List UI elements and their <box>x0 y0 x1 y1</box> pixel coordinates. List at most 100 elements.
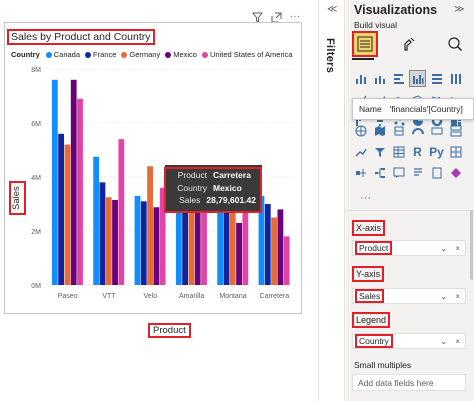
more-visuals-icon[interactable]: ··· <box>360 192 371 204</box>
bar-paseo-france[interactable] <box>58 133 65 285</box>
bar-velo-germany[interactable] <box>147 166 153 285</box>
100-percent-column-chart-icon[interactable] <box>447 70 464 87</box>
report-canvas: ··· Sales by Product and Country Country… <box>0 0 318 401</box>
bar-carretera-mexico[interactable] <box>277 209 284 285</box>
chevron-right-icon[interactable]: ≫ <box>454 4 464 15</box>
bar-amarilla-united-states-of-america[interactable] <box>201 201 207 285</box>
x-tick-label: VTT <box>102 293 116 300</box>
legend-well[interactable]: Country ⌄ × <box>352 333 466 349</box>
tooltip-value: 28,79,601.42 <box>206 195 256 205</box>
bar-vtt-germany[interactable] <box>105 197 112 285</box>
gauge-icon[interactable] <box>409 122 426 139</box>
y-axis-field-pill[interactable]: Sales <box>354 289 385 303</box>
bar-paseo-mexico[interactable] <box>70 79 77 285</box>
slicer-icon[interactable] <box>371 143 388 160</box>
pane-separator <box>346 210 474 211</box>
chevron-down-icon[interactable]: ⌄ × <box>440 292 465 301</box>
key-influencers-icon[interactable] <box>352 164 369 181</box>
100-percent-bar-chart-icon[interactable] <box>428 70 445 87</box>
data-tooltip: Product Carretera Country Mexico Sales 2… <box>165 165 262 213</box>
pane-scrollbar[interactable] <box>470 210 473 280</box>
bar-paseo-germany[interactable] <box>64 144 71 285</box>
y-axis-title: Sales <box>9 181 26 215</box>
qa-visual-icon[interactable] <box>390 164 407 181</box>
bar-montana-germany[interactable] <box>229 201 236 285</box>
x-tick-label: Montana <box>219 293 246 300</box>
tooltip-key: Product <box>177 170 207 180</box>
x-axis-field-pill[interactable]: Product <box>354 241 393 255</box>
tooltip-value: Carretera <box>213 170 251 180</box>
r-script-icon[interactable]: R <box>409 143 426 160</box>
legend-field-pill[interactable]: Country <box>355 334 393 348</box>
power-apps-icon[interactable] <box>447 164 464 181</box>
x-tick-label: Velo <box>144 293 158 300</box>
x-tick-label: Paseo <box>58 293 78 300</box>
bar-paseo-united-states-of-america[interactable] <box>77 98 83 285</box>
clustered-column-chart-icon[interactable] <box>409 70 426 87</box>
format-visual-icon[interactable] <box>399 33 421 55</box>
filters-pane-label[interactable]: Filters <box>324 38 336 73</box>
bar-carretera-germany[interactable] <box>271 217 277 286</box>
y-tick-label: 2M <box>31 229 41 236</box>
stacked-bar-chart-icon[interactable] <box>352 70 369 87</box>
y-tick-label: 6M <box>31 121 41 128</box>
filled-map-icon[interactable] <box>371 122 388 139</box>
bar-vtt-france[interactable] <box>99 182 106 285</box>
clustered-bar-chart-icon[interactable] <box>390 70 407 87</box>
small-multiples-label: Small multiples <box>354 360 412 370</box>
tooltip-row-sales: Sales 28,79,601.42 <box>171 194 256 207</box>
tooltip-key: Sales <box>179 195 201 205</box>
table-icon[interactable] <box>390 143 407 160</box>
x-tick-label: Amarilla <box>179 293 204 300</box>
name-tooltip-key: Name <box>359 104 382 114</box>
paginated-report-icon[interactable] <box>428 164 445 181</box>
chevron-down-icon[interactable]: ⌄ × <box>440 337 465 346</box>
y-axis-well-label: Y-axis <box>351 266 385 282</box>
bar-vtt-mexico[interactable] <box>112 199 118 285</box>
legend-well-label: Legend <box>351 312 391 328</box>
bar-velo-france[interactable] <box>140 201 147 285</box>
x-axis-well-label: X-axis <box>351 220 386 236</box>
y-tick-label: 4M <box>31 175 41 182</box>
filters-pane[interactable]: ≪ Filters <box>319 0 345 401</box>
y-tick-label: 8M <box>31 67 41 74</box>
kpi-icon[interactable] <box>352 143 369 160</box>
small-multiples-well[interactable]: Add data fields here <box>352 374 466 391</box>
bar-carretera-france[interactable] <box>264 204 271 285</box>
multi-row-card-icon[interactable] <box>447 122 464 139</box>
map-icon[interactable] <box>352 122 369 139</box>
y-tick-label: 0M <box>31 283 41 290</box>
bar-amarilla-germany[interactable] <box>188 209 195 285</box>
bar-paseo-canada[interactable] <box>51 79 58 285</box>
card-icon[interactable] <box>428 122 445 139</box>
bar-vtt-united-states-of-america[interactable] <box>118 139 125 285</box>
build-visual-label: Build visual <box>354 20 397 30</box>
tooltip-value: Mexico <box>213 182 242 193</box>
shape-map-icon[interactable] <box>390 122 407 139</box>
name-tooltip-value: 'financials'[Country] <box>389 104 463 114</box>
tooltip-key: Country <box>177 182 207 193</box>
x-axis-title: Product <box>148 323 191 338</box>
decomposition-tree-icon[interactable] <box>371 164 388 181</box>
python-visual-icon[interactable]: Py <box>428 143 445 160</box>
bar-montana-mexico[interactable] <box>236 222 242 285</box>
bar-carretera-united-states-of-america[interactable] <box>283 236 290 285</box>
y-axis-well[interactable]: Sales ⌄ × <box>352 288 466 304</box>
chevron-left-icon[interactable]: ≪ <box>327 4 337 15</box>
bar-vtt-canada[interactable] <box>93 156 100 285</box>
analytics-icon[interactable] <box>444 33 466 55</box>
chevron-down-icon[interactable]: ⌄ × <box>440 244 465 253</box>
selected-tab-indicator <box>352 58 374 60</box>
visualizations-title: Visualizations <box>354 3 438 17</box>
smart-narrative-icon[interactable] <box>409 164 426 181</box>
bar-velo-mexico[interactable] <box>153 207 160 285</box>
bar-velo-canada[interactable] <box>134 195 141 285</box>
stacked-column-chart-icon[interactable] <box>371 70 388 87</box>
build-visual-icon[interactable] <box>352 31 378 57</box>
matrix-icon[interactable] <box>447 143 464 160</box>
field-name-tooltip: Name 'financials'[Country] <box>352 98 474 120</box>
tooltip-row-product: Product Carretera <box>171 169 256 182</box>
tooltip-row-country: Country Mexico <box>171 182 256 195</box>
x-axis-well[interactable]: Product ⌄ × <box>352 240 466 256</box>
x-tick-label: Carretera <box>260 293 290 300</box>
